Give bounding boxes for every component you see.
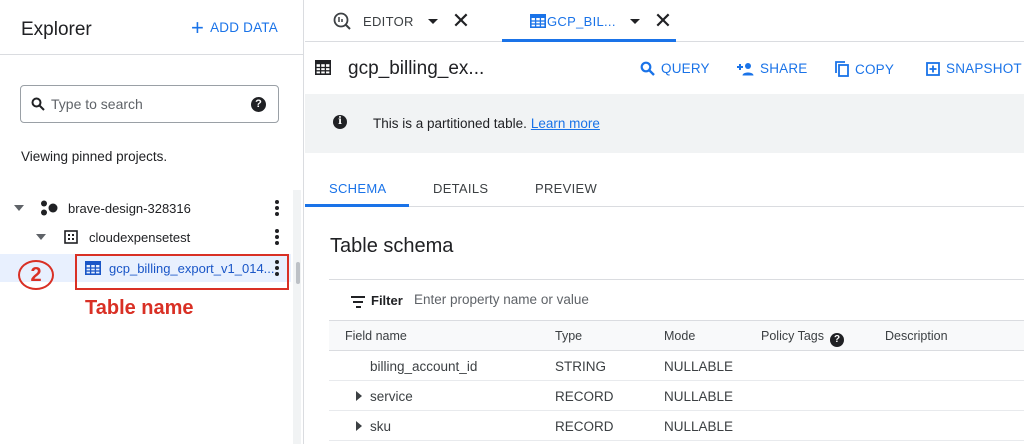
collapse-caret-icon[interactable] — [36, 234, 46, 240]
plus-icon: + — [191, 14, 205, 40]
search-icon — [640, 61, 655, 76]
table-row[interactable]: billing_account_id STRING NULLABLE — [329, 351, 1024, 381]
field-name: billing_account_id — [370, 359, 478, 374]
explorer-scrollbar-thumb[interactable] — [296, 262, 300, 284]
filter-icon — [351, 296, 365, 311]
help-icon[interactable]: ? — [830, 333, 844, 347]
tab-editor[interactable]: EDITOR ✕ — [333, 0, 470, 42]
close-icon[interactable]: ✕ — [452, 10, 471, 32]
tree-item-dataset[interactable]: cloudexpensetest — [0, 223, 291, 251]
field-mode: NULLABLE — [664, 419, 734, 434]
editor-tabs: EDITOR ✕ GCP_BIL... ✕ — [305, 0, 1024, 42]
column-header-field-name[interactable]: Field name — [345, 329, 407, 343]
field-mode: NULLABLE — [664, 389, 734, 404]
banner-message: This is a partitioned table. Learn more — [373, 116, 600, 131]
annotation-label: Table name — [85, 297, 194, 319]
snapshot-icon — [926, 61, 940, 76]
banner-text: This is a partitioned table. — [373, 116, 527, 131]
column-header-description[interactable]: Description — [885, 329, 948, 343]
tab-editor-label: EDITOR — [363, 13, 414, 29]
dataset-more-icon[interactable] — [275, 229, 279, 247]
query-editor-icon — [333, 12, 351, 30]
add-person-icon — [737, 62, 754, 75]
table-row[interactable]: sku RECORD NULLABLE — [329, 411, 1024, 441]
add-data-label: ADD DATA — [210, 20, 278, 35]
table-title: gcp_billing_ex... — [348, 58, 485, 79]
dataset-name: cloudexpensetest — [89, 230, 191, 245]
copy-label: COPY — [855, 61, 895, 77]
tab-table-label: GCP_BIL... — [547, 13, 616, 29]
table-icon — [530, 14, 546, 28]
partition-info-banner: i This is a partitioned table. Learn more — [305, 94, 1024, 153]
info-icon: i — [333, 115, 347, 129]
snapshot-label: SNAPSHOT — [946, 61, 1022, 76]
schema-title: Table schema — [330, 235, 454, 257]
schema-header-row: Field name Type Mode Policy Tags? Descri… — [329, 321, 1024, 351]
schema-table: Filter Field name Type Mode Policy Tags?… — [329, 279, 1024, 444]
field-type: STRING — [555, 359, 607, 374]
explorer-header: Explorer + ADD DATA — [0, 0, 303, 55]
policy-tags-label: Policy Tags — [761, 329, 824, 343]
table-row[interactable]: service RECORD NULLABLE — [329, 381, 1024, 411]
help-icon[interactable]: ? — [251, 97, 266, 112]
field-type: RECORD — [555, 389, 614, 404]
project-name: brave-design-328316 — [68, 201, 191, 216]
filter-input[interactable] — [414, 292, 714, 307]
share-button[interactable]: SHARE — [736, 61, 808, 76]
snapshot-button[interactable]: SNAPSHOT — [926, 61, 1022, 76]
project-icon — [41, 200, 58, 216]
project-more-icon[interactable] — [275, 200, 279, 218]
explorer-search[interactable]: ? — [20, 85, 279, 123]
column-header-mode[interactable]: Mode — [664, 329, 695, 343]
annotation-step-number: 2 — [18, 260, 54, 290]
active-subtab-indicator — [305, 204, 409, 207]
annotation-highlight-box — [75, 254, 289, 290]
tree-item-project[interactable]: brave-design-328316 — [0, 194, 291, 222]
dataset-icon — [64, 230, 78, 244]
search-icon — [31, 97, 45, 111]
explorer-title: Explorer — [21, 19, 92, 40]
explorer-scrollbar-track[interactable] — [293, 190, 301, 444]
copy-icon — [835, 61, 849, 77]
table-subtabs: SCHEMA DETAILS PREVIEW — [305, 153, 1024, 207]
close-icon[interactable]: ✕ — [654, 10, 673, 32]
copy-button[interactable]: COPY — [835, 61, 894, 77]
table-toolbar: gcp_billing_ex... QUERY SHARE COPY SNAPS… — [305, 42, 1024, 94]
search-input[interactable] — [51, 96, 231, 112]
tab-preview[interactable]: PREVIEW — [535, 181, 597, 196]
column-header-type[interactable]: Type — [555, 329, 582, 343]
collapse-caret-icon[interactable] — [14, 205, 24, 211]
tab-table[interactable]: GCP_BIL... ✕ — [530, 0, 672, 42]
share-label: SHARE — [760, 61, 808, 76]
query-label: QUERY — [661, 61, 710, 76]
bigquery-console: Explorer + ADD DATA ? Viewing pinned pro… — [0, 0, 1024, 444]
learn-more-link[interactable]: Learn more — [531, 116, 600, 131]
table-icon — [315, 60, 331, 75]
tab-dropdown-icon[interactable] — [629, 18, 640, 24]
field-name: sku — [370, 419, 392, 434]
expand-arrow-icon[interactable] — [356, 421, 362, 431]
field-type: RECORD — [555, 419, 614, 434]
tab-schema[interactable]: SCHEMA — [329, 181, 386, 196]
pinned-projects-text: Viewing pinned projects. — [21, 149, 168, 164]
add-data-button[interactable]: + ADD DATA — [191, 14, 278, 40]
explorer-panel: Explorer + ADD DATA ? Viewing pinned pro… — [0, 0, 304, 444]
filter-label: Filter — [371, 293, 403, 308]
tab-details[interactable]: DETAILS — [433, 181, 488, 196]
tab-dropdown-icon[interactable] — [427, 18, 438, 24]
query-button[interactable]: QUERY — [640, 61, 710, 76]
column-header-policy-tags[interactable]: Policy Tags? — [761, 329, 844, 347]
expand-arrow-icon[interactable] — [356, 391, 362, 401]
field-mode: NULLABLE — [664, 359, 734, 374]
schema-filter: Filter — [329, 280, 1024, 321]
field-name: service — [370, 389, 413, 404]
